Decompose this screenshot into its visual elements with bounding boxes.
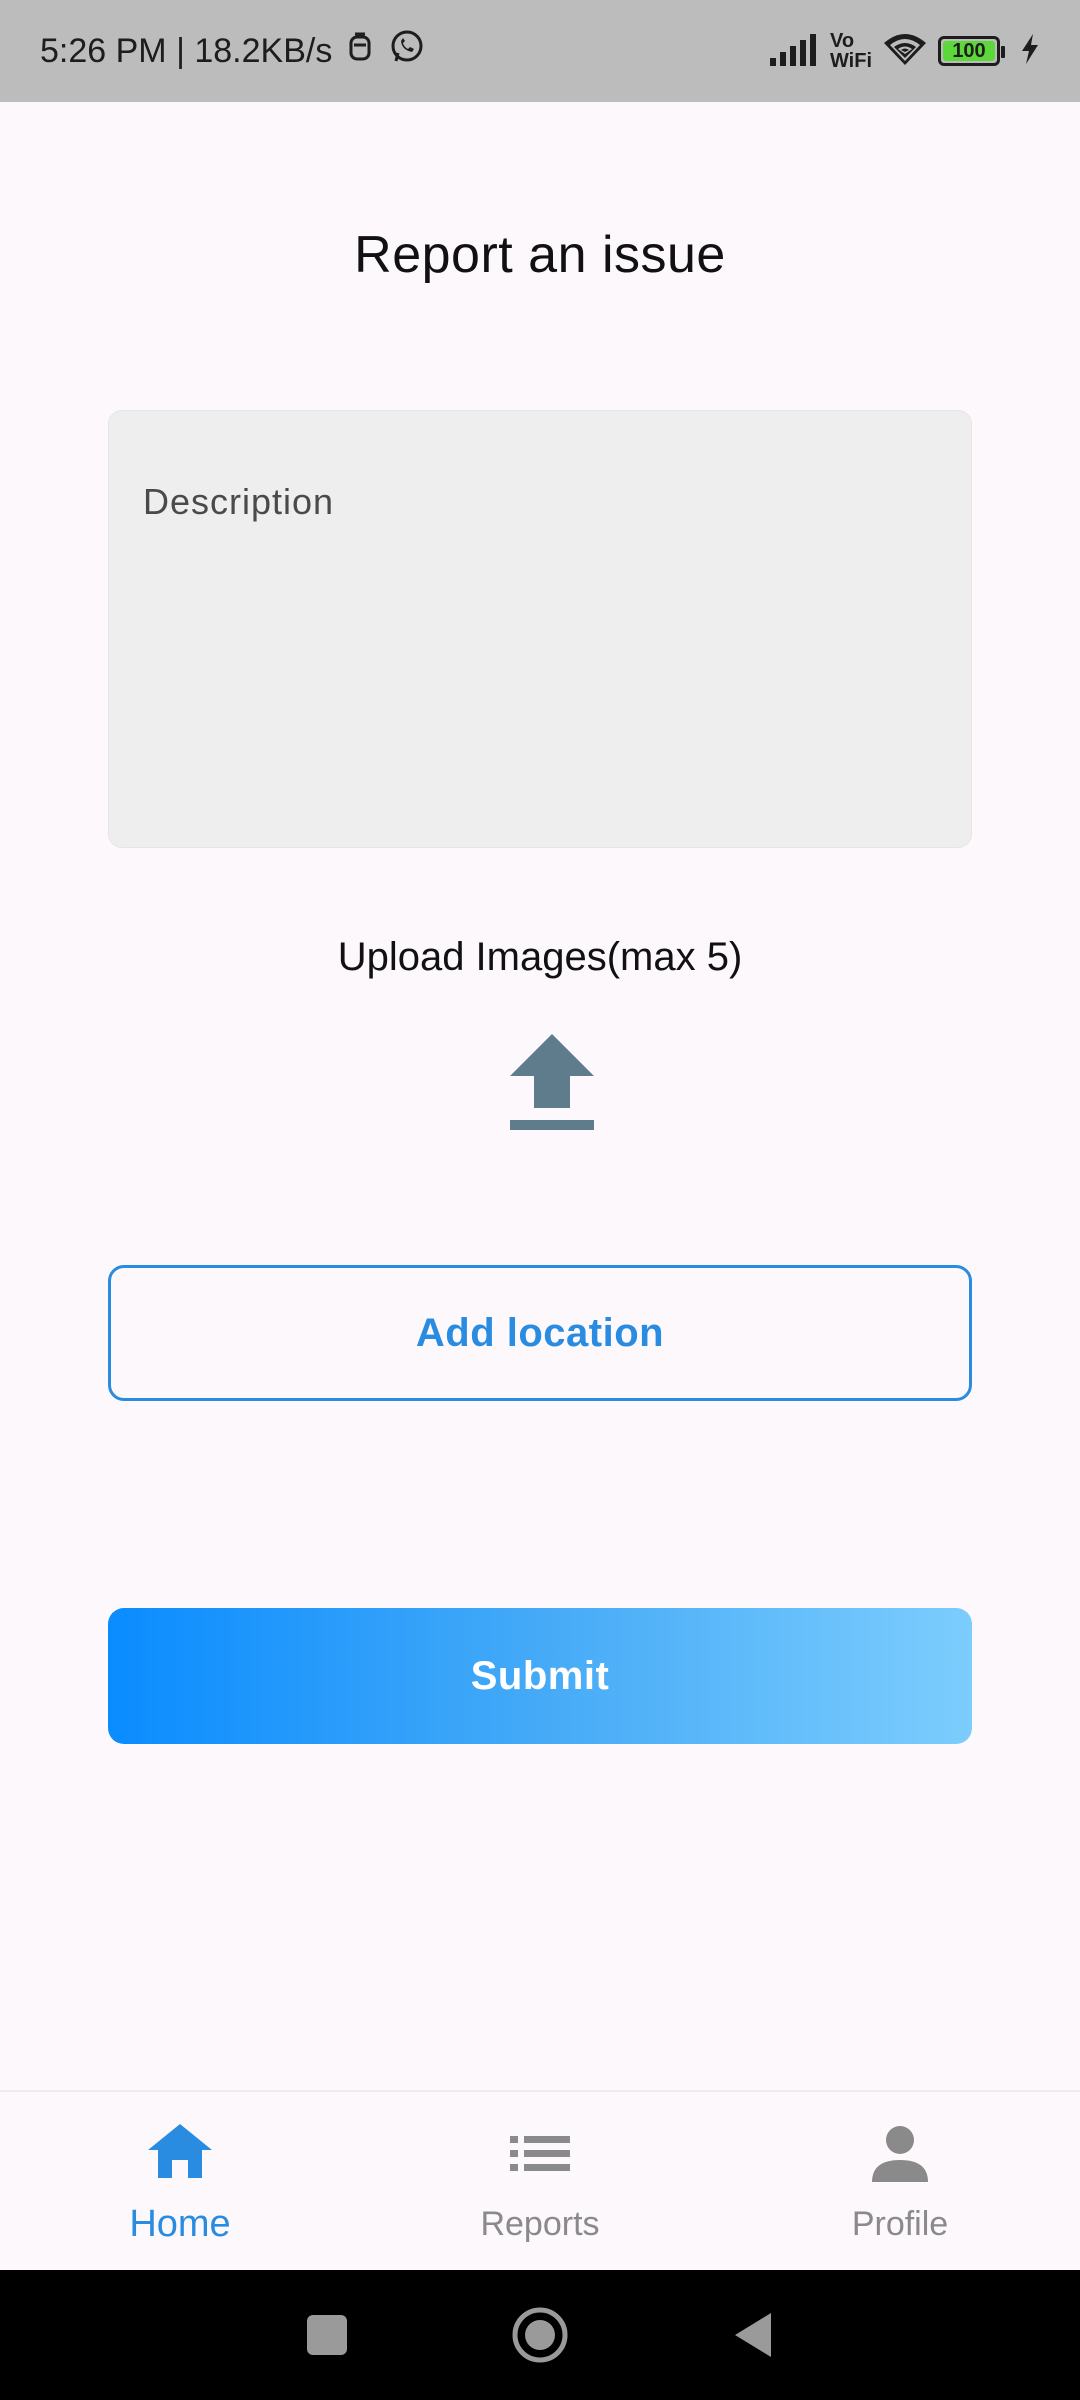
person-icon bbox=[864, 2118, 936, 2195]
status-bar: 5:26 PM | 18.2KB/s Vo WiFi 100 bbox=[0, 0, 1080, 102]
battery-icon: 100 bbox=[938, 36, 1005, 66]
nav-item-profile[interactable]: Profile bbox=[720, 2092, 1080, 2270]
back-button[interactable] bbox=[723, 2305, 783, 2365]
nav-label-profile: Profile bbox=[851, 2205, 949, 2243]
wifi-icon bbox=[882, 31, 928, 72]
description-input[interactable] bbox=[109, 411, 971, 847]
add-location-button[interactable]: Add location bbox=[108, 1265, 972, 1401]
bottom-navigation: Home Reports Profile bbox=[0, 2090, 1080, 2270]
signal-icon bbox=[769, 32, 820, 71]
submit-button[interactable]: Submit bbox=[108, 1608, 972, 1744]
nav-item-home[interactable]: Home bbox=[0, 2092, 360, 2270]
home-system-button[interactable] bbox=[510, 2305, 570, 2365]
home-icon bbox=[144, 2116, 216, 2193]
upload-images-label: Upload Images(max 5) bbox=[337, 935, 743, 979]
nav-label-reports: Reports bbox=[480, 2205, 600, 2243]
page-title: Report an issue bbox=[354, 226, 726, 284]
battery-level: 100 bbox=[952, 39, 986, 62]
recent-apps-button[interactable] bbox=[297, 2305, 357, 2365]
list-icon bbox=[504, 2118, 576, 2195]
charging-bolt-icon bbox=[1020, 33, 1040, 69]
notification-app-icon bbox=[346, 31, 374, 72]
status-time-speed: 5:26 PM | 18.2KB/s bbox=[40, 31, 333, 70]
system-navigation-bar bbox=[0, 2270, 1080, 2400]
status-left: 5:26 PM | 18.2KB/s bbox=[40, 28, 426, 75]
vowifi-indicator: Vo WiFi bbox=[829, 30, 872, 72]
description-field[interactable] bbox=[108, 410, 972, 848]
nav-item-reports[interactable]: Reports bbox=[360, 2092, 720, 2270]
nav-label-home: Home bbox=[129, 2203, 231, 2245]
screen: 5:26 PM | 18.2KB/s Vo WiFi 100 Report an… bbox=[0, 0, 1080, 2400]
status-right: Vo WiFi 100 bbox=[769, 30, 1040, 72]
upload-icon[interactable] bbox=[506, 1030, 598, 1134]
whatsapp-icon bbox=[388, 28, 426, 75]
